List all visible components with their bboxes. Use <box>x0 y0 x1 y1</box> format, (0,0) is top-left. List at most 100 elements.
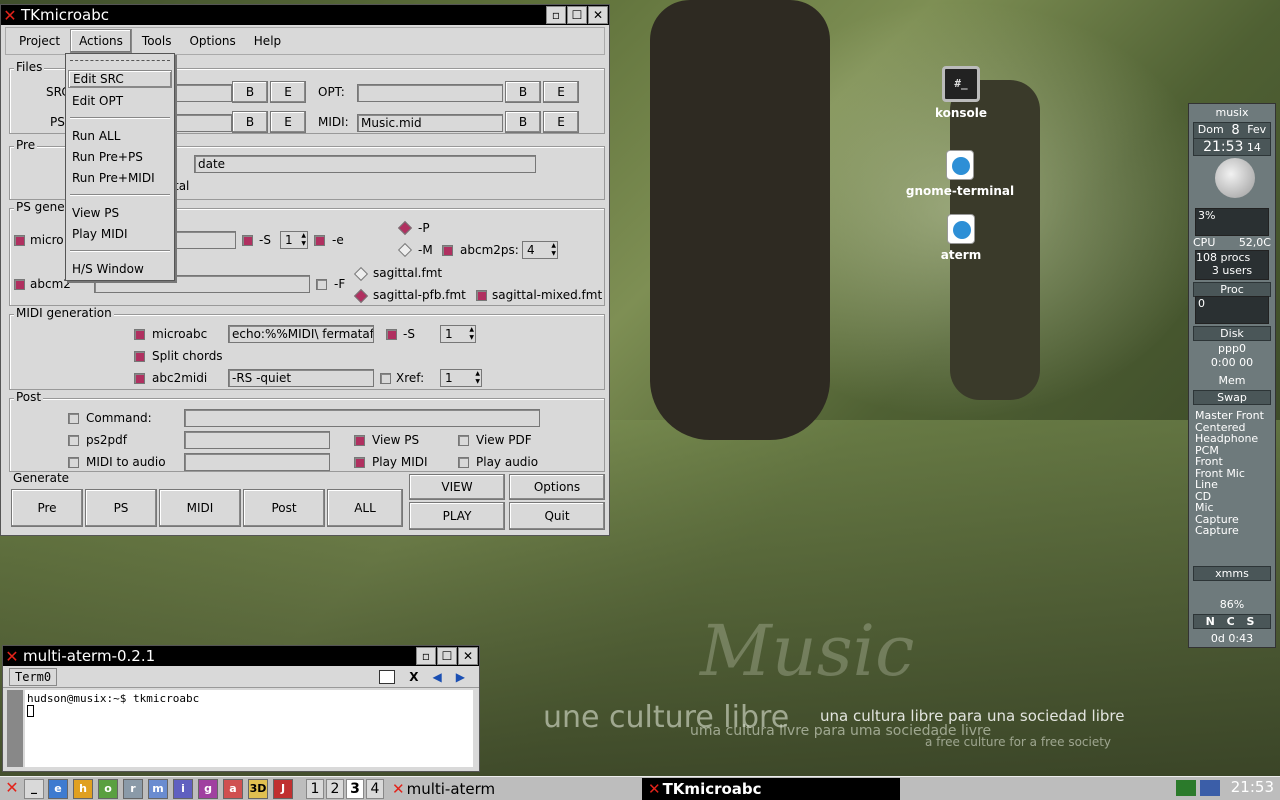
launcher-r-icon[interactable]: r <box>123 778 143 799</box>
desktop-icon-konsole[interactable]: #_ konsole <box>925 66 997 120</box>
abcm2ps-spinner[interactable]: 4 <box>522 241 558 259</box>
menu-options[interactable]: Options <box>181 30 243 52</box>
show-desktop-button[interactable]: _ <box>24 778 44 799</box>
play-midi-checkbox[interactable] <box>354 457 365 468</box>
xref-checkbox[interactable] <box>380 373 391 384</box>
menu-tools[interactable]: Tools <box>134 30 180 52</box>
midi-file-field[interactable]: Music.mid <box>357 114 503 132</box>
xref-spinner[interactable]: 1 <box>440 369 482 387</box>
desktop-icon-aterm[interactable]: aterm <box>925 214 997 262</box>
gen-ps-button[interactable]: PS <box>85 489 157 527</box>
menu-item-hs-window[interactable]: H/S Window <box>72 262 144 276</box>
language-flag-icon[interactable] <box>1176 780 1196 796</box>
sagittal-mixed-checkbox[interactable] <box>476 290 487 301</box>
launcher-i-icon[interactable]: i <box>173 778 193 799</box>
desktop-4-button[interactable]: 4 <box>366 778 384 799</box>
quit-button[interactable]: Quit <box>509 502 605 530</box>
split-chords-checkbox[interactable] <box>134 351 145 362</box>
p-radio[interactable] <box>397 220 413 236</box>
window-titlebar[interactable]: ✕ multi-aterm-0.2.1 ▫ ☐ ✕ <box>3 646 479 666</box>
gen-pre-button[interactable]: Pre <box>11 489 83 527</box>
abc2midi-field[interactable]: -RS -quiet <box>228 369 374 387</box>
tab-term0[interactable]: Term0 <box>9 667 58 686</box>
gk-mixer-item[interactable]: Front <box>1195 456 1271 468</box>
maximize-button[interactable]: ☐ <box>437 647 457 665</box>
midi-audio-field[interactable] <box>184 453 330 471</box>
pre-date-field[interactable]: date <box>194 155 536 173</box>
minimize-button[interactable]: ▫ <box>546 6 566 24</box>
maximize-button[interactable]: ☐ <box>567 6 587 24</box>
ps-edit-button[interactable]: E <box>270 111 306 133</box>
new-tab-icon[interactable] <box>379 669 396 684</box>
view-pdf-checkbox[interactable] <box>458 435 469 446</box>
midi-browse-button[interactable]: B <box>505 111 541 133</box>
menu-item-run-all[interactable]: Run ALL <box>72 129 120 143</box>
taskbar-clock[interactable]: 21:53 <box>1231 778 1274 796</box>
minimize-button[interactable]: ▫ <box>416 647 436 665</box>
command-field[interactable] <box>184 409 540 427</box>
gk-mixer-item[interactable]: Master Front <box>1195 410 1271 422</box>
launcher-m-icon[interactable]: m <box>148 778 168 799</box>
launcher-o-icon[interactable]: o <box>98 778 118 799</box>
desktop-icon-gnome-terminal[interactable]: gnome-terminal <box>905 150 1015 198</box>
task-multi-aterm[interactable]: ✕ multi-aterm <box>386 777 642 800</box>
desktop-3-button[interactable]: 3 <box>346 778 364 799</box>
ps2pdf-field[interactable] <box>184 431 330 449</box>
gk-mixer-item[interactable]: Mic <box>1195 502 1271 514</box>
e-checkbox[interactable] <box>314 235 325 246</box>
gk-mixer-item[interactable]: Capture <box>1195 525 1271 537</box>
menu-project[interactable]: Project <box>11 30 68 52</box>
window-menu-icon[interactable]: ✕ <box>3 647 21 666</box>
midi-s-spinner[interactable]: 1 <box>440 325 476 343</box>
menu-item-run-pre-midi[interactable]: Run Pre+MIDI <box>72 171 155 185</box>
opt-field[interactable] <box>357 84 503 102</box>
play-audio-checkbox[interactable] <box>458 457 469 468</box>
launcher-g-icon[interactable]: g <box>198 778 218 799</box>
src-field[interactable] <box>172 84 232 102</box>
ps-browse-button[interactable]: B <box>232 111 268 133</box>
view-button[interactable]: VIEW <box>409 474 505 500</box>
menu-item-edit-opt[interactable]: Edit OPT <box>72 94 123 108</box>
microabc-checkbox[interactable] <box>134 329 145 340</box>
close-tab-icon[interactable]: X <box>409 670 418 684</box>
gen-all-button[interactable]: ALL <box>327 489 403 527</box>
s-spinner[interactable]: 1 <box>280 231 308 249</box>
desktop-2-button[interactable]: 2 <box>326 778 344 799</box>
launcher-h-icon[interactable]: h <box>73 778 93 799</box>
prev-tab-icon[interactable]: ◀ <box>433 670 442 684</box>
launcher-3d-icon[interactable]: 3D <box>248 778 268 799</box>
menu-item-edit-src[interactable]: Edit SRC <box>68 70 172 88</box>
view-ps-checkbox[interactable] <box>354 435 365 446</box>
ps2pdf-checkbox[interactable] <box>68 435 79 446</box>
micro-field[interactable] <box>172 231 236 249</box>
launcher-e-icon[interactable]: e <box>48 778 68 799</box>
close-button[interactable]: ✕ <box>588 6 608 24</box>
start-menu-icon[interactable]: ✕ <box>0 778 24 800</box>
tray-network-icon[interactable] <box>1200 780 1220 796</box>
abcm2ps-checkbox[interactable] <box>442 245 453 256</box>
gk-mixer-item[interactable]: Headphone <box>1195 433 1271 445</box>
src-browse-button[interactable]: B <box>232 81 268 103</box>
command-checkbox[interactable] <box>68 413 79 424</box>
close-button[interactable]: ✕ <box>458 647 478 665</box>
gk-mixer-item[interactable]: Line <box>1195 479 1271 491</box>
f-checkbox[interactable] <box>316 279 327 290</box>
midi-s-checkbox[interactable] <box>386 329 397 340</box>
terminal-scrollbar[interactable] <box>7 690 23 767</box>
tear-off-line[interactable] <box>70 60 170 61</box>
launcher-a-icon[interactable]: a <box>223 778 243 799</box>
m-radio[interactable] <box>397 242 413 258</box>
abcm2-checkbox[interactable] <box>14 279 25 290</box>
sagittal-pfb-radio[interactable] <box>353 288 369 304</box>
gen-post-button[interactable]: Post <box>243 489 325 527</box>
terminal-output[interactable]: hudson@musix:~$ tkmicroabc <box>25 690 473 767</box>
gen-midi-button[interactable]: MIDI <box>159 489 241 527</box>
gk-mixer[interactable]: Master Front Centered Headphone PCM Fron… <box>1195 410 1271 537</box>
s-checkbox[interactable] <box>242 235 253 246</box>
menu-item-run-pre-ps[interactable]: Run Pre+PS <box>72 150 143 164</box>
menu-actions[interactable]: Actions <box>70 29 132 53</box>
opt-browse-button[interactable]: B <box>505 81 541 103</box>
launcher-j-icon[interactable]: J <box>273 778 293 799</box>
options-button[interactable]: Options <box>509 474 605 500</box>
ps-field[interactable] <box>172 114 232 132</box>
